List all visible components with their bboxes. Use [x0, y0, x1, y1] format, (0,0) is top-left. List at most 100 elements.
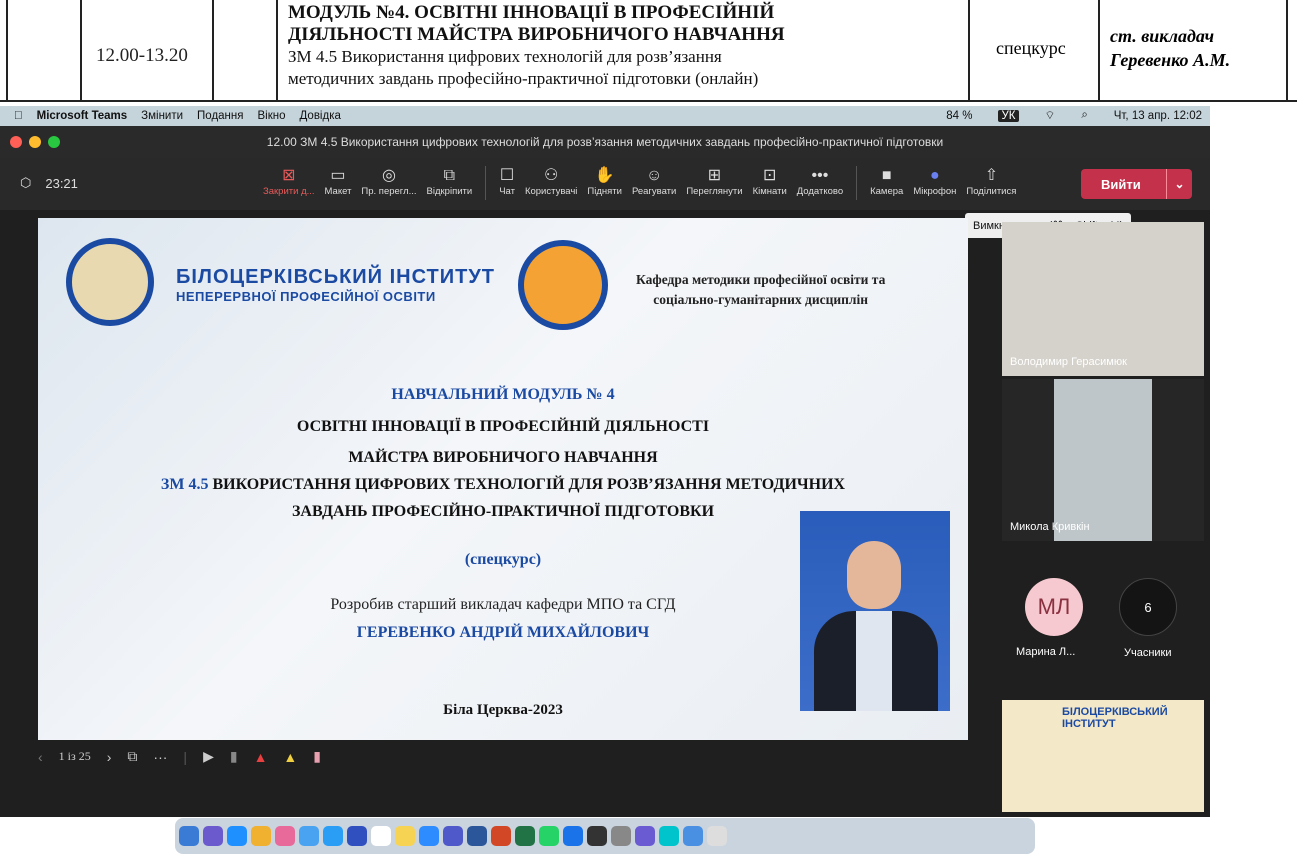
rooms-button[interactable]: ⊡ Кімнати	[748, 166, 792, 200]
slide-title-line: ОСВІТНІ ІННОВАЦІЇ В ПРОФЕСІЙНІЙ ДІЯЛЬНОС…	[296, 418, 710, 435]
next-slide-icon[interactable]: ›	[107, 749, 112, 765]
menu-item-window[interactable]: Вікно	[257, 110, 285, 122]
layout-button[interactable]: ▭ Макет	[320, 166, 357, 200]
popout-button[interactable]: ⧉ Відкріпити	[422, 166, 478, 200]
menu-item-help[interactable]: Довідка	[300, 110, 341, 122]
participant-tile[interactable]: Володимир Герасимюк	[1002, 222, 1204, 376]
leave-button[interactable]: Вийти ⌄	[1081, 169, 1192, 199]
word-icon[interactable]	[467, 826, 487, 846]
more-button[interactable]: ••• Додатково	[792, 166, 848, 200]
submodule-title: ВИКОРИСТАННЯ ЦИФРОВИХ ТЕХНОЛОГІЙ ДЛЯ РОЗ…	[208, 476, 846, 493]
participant-tile[interactable]: БІЛОЦЕРКІВСЬКИЙ ІНСТИТУТ	[1002, 700, 1204, 812]
whatsapp-icon[interactable]	[539, 826, 559, 846]
institute-name: БІЛОЦЕРКІВСЬКИЙ ІНСТИТУТ НЕПЕРЕРВНОЇ ПРО…	[176, 266, 495, 304]
highlighter-tool-icon[interactable]: ▲	[283, 749, 297, 765]
institute-logo	[66, 238, 154, 326]
pen-tool-icon[interactable]: ▲	[254, 749, 268, 765]
apple-icon[interactable]: 	[14, 110, 23, 122]
tool-label: Переглянути	[686, 186, 743, 197]
mic-button[interactable]: ● Мікрофон	[908, 166, 961, 200]
menu-app-name[interactable]: Microsoft Teams	[37, 110, 128, 122]
zoom-app-icon[interactable]	[419, 826, 439, 846]
raise-hand-button[interactable]: ✋ Підняти	[582, 166, 627, 200]
avatar[interactable]: МЛ	[1025, 578, 1083, 636]
eye-icon: ◎	[381, 167, 396, 184]
telegram-icon[interactable]	[323, 826, 343, 846]
participants-count[interactable]: 6	[1119, 578, 1177, 636]
zoom-window-icon[interactable]	[48, 136, 60, 148]
slide-module-heading: НАВЧАЛЬНИЙ МОДУЛЬ № 4	[391, 386, 615, 403]
view-button[interactable]: ⊞ Переглянути	[681, 166, 747, 200]
settings-icon[interactable]	[611, 826, 631, 846]
participant-name: Микола Кривкін	[1010, 521, 1090, 533]
minimize-window-icon[interactable]	[29, 136, 41, 148]
camera-button[interactable]: ■ Камера	[865, 166, 908, 200]
submodule-code: ЗМ 4.5	[160, 476, 209, 493]
finder-icon[interactable]	[179, 826, 199, 846]
menu-item-edit[interactable]: Змінити	[141, 110, 183, 122]
launchpad-icon[interactable]	[203, 826, 223, 846]
excel-icon[interactable]	[515, 826, 535, 846]
more-options-icon[interactable]: ···	[153, 749, 167, 765]
react-button[interactable]: ☺ Реагувати	[627, 166, 681, 200]
teacher-line: ст. викладач	[1110, 26, 1215, 46]
tool-label: Додатково	[796, 186, 844, 197]
teams-icon[interactable]	[443, 826, 463, 846]
tool-label: Підняти	[587, 186, 622, 197]
downloads-icon[interactable]	[683, 826, 703, 846]
calculator-icon[interactable]	[587, 826, 607, 846]
share-button[interactable]: ⇧ Поділитися	[961, 166, 1021, 200]
pointer-tool-icon[interactable]: ▶	[203, 748, 214, 765]
wifi-icon[interactable]: ⌔	[1045, 108, 1056, 123]
tool-label: Макет	[324, 186, 352, 197]
department-line: соціально-гуманітарних дисциплін	[653, 292, 869, 307]
powerpoint-icon[interactable]	[491, 826, 511, 846]
zoom-icon[interactable]	[347, 826, 367, 846]
slide-title-line: МАЙСТРА ВИРОБНИЧОГО НАВЧАННЯ	[348, 449, 658, 466]
divider	[485, 166, 487, 200]
photos-icon[interactable]	[275, 826, 295, 846]
menu-item-view[interactable]: Подання	[197, 110, 243, 122]
participant-video	[1054, 379, 1152, 541]
shield-icon: ⬡	[20, 175, 32, 190]
stop-sharing-button[interactable]: ⊠ Закрити д...	[258, 166, 320, 200]
marker-tool-icon[interactable]: ▮	[313, 748, 321, 765]
institute-name-line: БІЛОЦЕРКІВСЬКИЙ ІНСТИТУТ	[176, 266, 495, 288]
chat-button[interactable]: ☐ Чат	[494, 166, 520, 200]
notes-icon[interactable]	[395, 826, 415, 846]
people-button[interactable]: ⚇ Користувачі	[520, 166, 582, 200]
canva-icon[interactable]	[659, 826, 679, 846]
tool-label: Мікрофон	[913, 186, 957, 197]
safari-icon[interactable]	[227, 826, 247, 846]
battery-label[interactable]: 84 %	[946, 110, 972, 122]
schedule-module: МОДУЛЬ №4. ОСВІТНІ ІННОВАЦІЇ В ПРОФЕСІЙН…	[288, 2, 785, 90]
shared-slide: БІЛОЦЕРКІВСЬКИЙ ІНСТИТУТ НЕПЕРЕРВНОЇ ПРО…	[38, 218, 968, 740]
participant-name: Марина Л...	[1016, 646, 1076, 658]
preview-button[interactable]: ◎ Пр. перегл...	[356, 166, 421, 200]
chevron-down-icon[interactable]: ⌄	[1166, 169, 1192, 199]
search-icon[interactable]: ⌕	[1081, 109, 1087, 122]
menu-status-area: 84 % УК ⌔ ⌕ Чт, 13 апр. 12:02	[932, 108, 1202, 123]
participant-tile[interactable]: Микола Кривкін	[1002, 379, 1204, 541]
viber-icon[interactable]	[635, 826, 655, 846]
schedule-teacher: ст. викладач Геревенко А.М.	[1110, 24, 1230, 72]
appstore-icon[interactable]	[563, 826, 583, 846]
trash-icon[interactable]	[707, 826, 727, 846]
department-name: Кафедра методики професійної освіти та с…	[636, 270, 885, 310]
camera-icon: ■	[881, 167, 892, 184]
close-window-icon[interactable]	[10, 136, 22, 148]
eraser-tool-icon[interactable]: ▮	[230, 748, 238, 765]
input-language[interactable]: УК	[998, 109, 1019, 122]
chrome-icon[interactable]	[251, 826, 271, 846]
toolbar-tools: ⊠ Закрити д... ▭ Макет ◎ Пр. перегл... ⧉ Від…	[258, 166, 1021, 200]
mail-icon[interactable]	[299, 826, 319, 846]
tool-label: Пр. перегл...	[361, 186, 417, 197]
module-line: МОДУЛЬ №4. ОСВІТНІ ІННОВАЦІЇ В ПРОФЕСІЙН…	[288, 2, 775, 23]
meeting-timer: ⬡ 23:21	[20, 175, 78, 191]
grid-view-icon[interactable]: ⧉	[127, 748, 137, 765]
prev-slide-icon[interactable]: ‹	[38, 749, 43, 765]
datetime[interactable]: Чт, 13 апр. 12:02	[1114, 110, 1202, 122]
teacher-line: Геревенко А.М.	[1110, 50, 1231, 70]
calendar-icon[interactable]	[371, 826, 391, 846]
photo-face	[847, 541, 901, 609]
